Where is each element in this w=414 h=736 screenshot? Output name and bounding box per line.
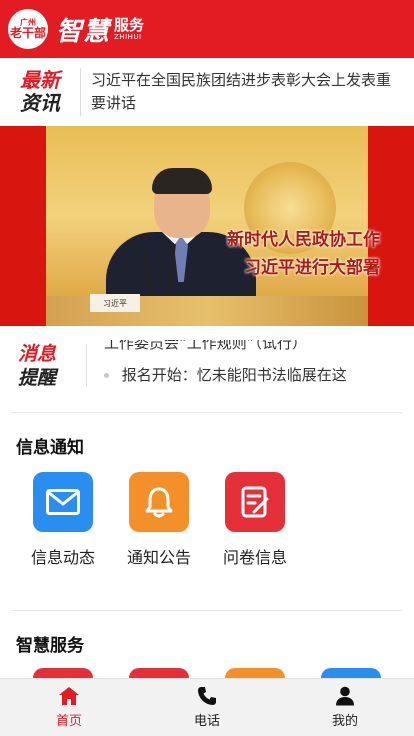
section-divider: [12, 610, 402, 611]
banner-caption: 新时代人民政协工作 习近平进行大部署: [180, 226, 380, 282]
tab-phone-label: 电话: [193, 714, 220, 729]
latest-news-bar[interactable]: 最新 资讯 习近平在全国民族团结进步表彰大会上发表重要讲话: [0, 58, 414, 126]
notice-announcement-label: 通知公告: [126, 548, 191, 567]
home-icon: [59, 687, 79, 705]
brand-title: 智慧 服务 ZHIHUI: [56, 11, 144, 48]
info-icon-row: 信息动态 通知公告 问卷信息: [0, 472, 414, 572]
notice-item[interactable]: 报名开始：忆未能阳书法临展在这: [104, 364, 404, 385]
section-title-info: 信息通知: [16, 438, 84, 458]
tab-phone[interactable]: 电话: [138, 679, 276, 736]
tab-home-label: 首页: [55, 714, 82, 729]
survey-info-button[interactable]: 问卷信息: [211, 472, 299, 568]
brand-service-text: 服务: [114, 16, 145, 34]
notice-logo: 消息 提醒: [18, 342, 78, 392]
notice-logo-bottom: 提醒: [18, 367, 57, 389]
news-headline[interactable]: 习近平在全国民族团结进步表彰大会上发表重要讲话: [81, 69, 414, 115]
speaker-hair: [152, 168, 212, 194]
section-divider: [12, 412, 402, 413]
news-logo-top: 最新: [20, 68, 60, 92]
logo-badge-bottom-text: 老干部: [10, 26, 47, 40]
latest-news-logo: 最新 资讯: [0, 58, 80, 126]
banner-caption-line1: 新时代人民政协工作: [227, 230, 380, 250]
notice-item-text: 工作委员会“工作规则”（试行）: [104, 334, 308, 352]
notice-logo-top: 消息: [18, 343, 57, 365]
notice-item-text: 报名开始：忆未能阳书法临展在这: [121, 366, 347, 384]
banner-carousel[interactable]: 习近平 新时代人民政协工作 习近平进行大部署: [0, 126, 414, 326]
notice-bar[interactable]: 消息 提醒 工作委员会“工作规则”（试行） 报名开始：忆未能阳书法临展在这: [0, 326, 414, 404]
tab-mine[interactable]: 我的: [276, 679, 414, 736]
section-title-smart: 智慧服务: [16, 636, 84, 656]
bottom-tab-bar: 首页 电话 我的: [0, 678, 414, 736]
notice-item[interactable]: 工作委员会“工作规则”（试行）: [104, 334, 404, 353]
notice-announcement-button[interactable]: 通知公告: [115, 472, 203, 568]
notice-divider: [86, 344, 87, 386]
phone-icon: [198, 687, 216, 705]
bullet-dot-icon: [104, 373, 109, 378]
mail-icon: [33, 472, 93, 532]
tab-mine-label: 我的: [331, 714, 358, 729]
app-logo-badge: 广州 老干部: [8, 9, 48, 49]
brand-english-text: ZHIHUI: [114, 33, 142, 41]
survey-info-label: 问卷信息: [222, 548, 287, 567]
info-dynamics-button[interactable]: 信息动态: [19, 472, 107, 568]
user-icon: [336, 686, 354, 706]
brand-zhihui-text: 智慧: [56, 16, 111, 47]
tab-home[interactable]: 首页: [0, 679, 138, 736]
brand-service-block: 服务 ZHIHUI: [114, 17, 144, 41]
app-header: 广州 老干部 智慧 服务 ZHIHUI: [0, 0, 414, 58]
banner-caption-line2: 习近平进行大部署: [244, 258, 380, 278]
news-logo-bottom: 资讯: [20, 91, 60, 115]
nameplate: 习近平: [90, 294, 140, 312]
survey-icon: [225, 472, 285, 532]
app-screen: 广州 老干部 智慧 服务 ZHIHUI 最新 资讯 习近平在全国民族团结进步表彰…: [0, 0, 414, 736]
bell-icon: [129, 472, 189, 532]
info-dynamics-label: 信息动态: [30, 548, 95, 567]
